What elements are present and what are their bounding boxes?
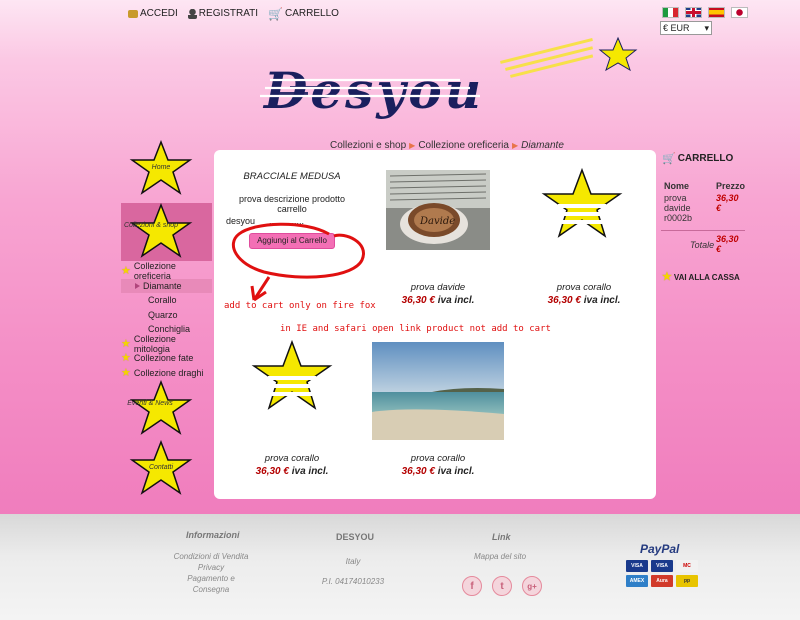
divider — [661, 230, 745, 231]
product-price: 36,30 € iva incl. — [255, 466, 329, 477]
cart-icon: 🛒 — [662, 153, 676, 165]
cart-icon: 🛒 — [268, 6, 284, 21]
product-image-star-placeholder[interactable] — [250, 340, 334, 410]
svg-text:Desyou: Desyou — [262, 61, 484, 120]
cart-item-price: 36,30 € — [716, 193, 739, 213]
nav-home[interactable]: Home — [128, 139, 194, 196]
footer-link-title: Link — [492, 532, 511, 542]
aura-card-icon: Aura — [651, 575, 673, 587]
cart-item-name[interactable]: prova davide r0002b — [664, 193, 714, 223]
register-link[interactable]: REGISTRATI — [187, 8, 258, 19]
product-name[interactable]: prova corallo — [386, 453, 490, 464]
cart-widget-title[interactable]: 🛒 CARRELLO — [662, 152, 733, 165]
product-description: prova descrizione prodotto carrello — [238, 194, 346, 214]
star-icon — [129, 202, 193, 258]
category-menu: ★ Collezione oreficeria Diamante Corallo … — [121, 261, 212, 381]
product-name[interactable]: prova corallo — [532, 282, 636, 293]
product-price: 36,30 € iva incl. — [401, 466, 475, 477]
footer-company-info: Italy P.I. 04174010233 — [321, 557, 385, 586]
menu-item-draghi[interactable]: ★ Collezione draghi — [121, 366, 212, 381]
social-links: f t g+ — [462, 576, 542, 596]
footer-link[interactable]: Condizioni di Vendita — [170, 551, 252, 562]
flag-spanish-icon[interactable] — [708, 7, 725, 18]
nav-eventi[interactable]: Eventi & News — [127, 379, 194, 436]
red-circle-annotation — [231, 222, 365, 302]
product-image-beach[interactable] — [372, 342, 504, 440]
desyou-logo[interactable]: Desyou — [250, 36, 650, 126]
login-link[interactable]: ACCEDI — [128, 8, 178, 19]
visa-electron-card-icon: VISA — [651, 560, 673, 572]
cart-total-label: Totale — [690, 240, 715, 250]
star-icon: ★ — [662, 271, 672, 283]
cart-total-value: 36,30 € — [716, 234, 739, 254]
top-nav: ACCEDI REGISTRATI 🛒 CARRELLO — [128, 6, 339, 21]
amex-card-icon: AMEX — [626, 575, 648, 587]
product-price: 36,30 € iva incl. — [547, 295, 621, 306]
product-image-coffee[interactable]: Davide — [386, 170, 490, 250]
flag-english-icon[interactable] — [685, 7, 702, 18]
cart-col-name: Nome — [664, 181, 690, 191]
facebook-icon[interactable]: f — [462, 576, 482, 596]
product-price: 36,30 € iva incl. — [401, 295, 475, 306]
product-name[interactable]: prova corallo — [240, 453, 344, 464]
star-icon: ★ — [121, 352, 131, 365]
menu-item-oreficeria[interactable]: ★ Collezione oreficeria — [121, 261, 212, 281]
google-plus-icon[interactable]: g+ — [522, 576, 542, 596]
triangle-icon — [135, 282, 140, 289]
svg-text:Davide: Davide — [419, 216, 455, 227]
nav-collezioni[interactable]: Collezioni & shop — [124, 202, 194, 259]
nav-contatti[interactable]: Contatti — [128, 439, 194, 496]
product-name[interactable]: prova davide — [386, 282, 490, 293]
flag-japanese-icon[interactable] — [731, 7, 748, 18]
paypal-logo: PayPal — [640, 542, 680, 556]
menu-item-mitologia[interactable]: ★ Collezione mitologia — [121, 334, 212, 354]
chevron-down-icon: ▾ — [704, 22, 709, 33]
payment-cards: VISA VISA MC AMEX Aura pp — [626, 560, 698, 587]
twitter-icon[interactable]: t — [492, 576, 512, 596]
footer-info-links: Condizioni di Vendita Privacy Pagamento … — [170, 551, 252, 595]
star-icon — [129, 379, 193, 435]
footer-link[interactable]: Privacy — [170, 562, 252, 573]
product-image-star-placeholder[interactable] — [540, 168, 624, 238]
menu-item-quarzo[interactable]: Quarzo — [121, 308, 212, 323]
footer-link[interactable]: Pagamento e Consegna — [170, 573, 252, 595]
footer-sitemap-link[interactable]: Mappa del sito — [474, 552, 526, 561]
user-icon — [187, 8, 197, 19]
currency-select[interactable]: € EUR ▾ — [660, 21, 712, 35]
annotation-ie-safari: in IE and safari open link product not a… — [280, 324, 551, 334]
flag-italian-icon[interactable] — [662, 7, 679, 18]
footer-desyou-title: DESYOU — [336, 532, 375, 542]
star-icon: ★ — [121, 337, 131, 350]
annotation-firefox: add to cart only on fire fox — [224, 301, 376, 311]
postepay-card-icon: pp — [676, 575, 698, 587]
star-icon: ★ — [121, 265, 131, 278]
language-flags — [662, 7, 748, 18]
product-title: BRACCIALE MEDUSA — [243, 171, 341, 182]
menu-item-corallo[interactable]: Corallo — [121, 293, 212, 308]
star-icon: ★ — [121, 366, 131, 379]
cart-link[interactable]: 🛒 CARRELLO — [268, 6, 339, 21]
footer-info-title: Informazioni — [186, 530, 240, 540]
visa-card-icon: VISA — [626, 560, 648, 572]
cart-col-price: Prezzo — [716, 181, 746, 191]
lock-icon — [128, 9, 138, 18]
checkout-link[interactable]: ★ VAI ALLA CASSA — [662, 271, 740, 283]
mastercard-icon: MC — [676, 560, 698, 572]
